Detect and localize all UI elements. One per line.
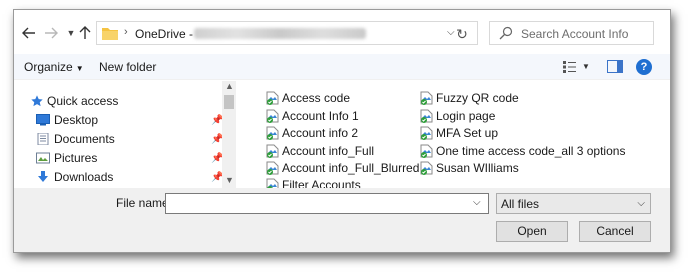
chevron-down-icon: ▼ bbox=[66, 28, 76, 38]
file-name: Susan WIlliams bbox=[436, 160, 519, 175]
help-icon[interactable]: ? bbox=[636, 59, 652, 75]
scroll-down-icon[interactable]: ▼ bbox=[225, 175, 234, 185]
new-folder-button[interactable]: New folder bbox=[99, 60, 156, 74]
nav-item-label: Downloads bbox=[54, 170, 114, 184]
view-options-caret-icon[interactable]: ▼ bbox=[582, 62, 590, 71]
nav-item-label: Desktop bbox=[54, 113, 99, 127]
file-name: MFA Set up bbox=[436, 125, 499, 140]
file-name-input[interactable] bbox=[165, 193, 489, 214]
address-row: ▼ › OneDrive - ⌵ ↻ Search Account Info bbox=[14, 10, 670, 54]
file-item[interactable]: Access code bbox=[266, 89, 350, 106]
breadcrumb-onedrive[interactable]: OneDrive - bbox=[135, 27, 193, 41]
synced-file-icon bbox=[266, 161, 279, 175]
search-box[interactable]: Search Account Info bbox=[489, 21, 654, 45]
navigation-pane: Quick access Desktop 📌 Documents 📌 Pictu… bbox=[14, 81, 236, 188]
file-type-value: All files bbox=[501, 197, 540, 211]
file-name: Account info_Full bbox=[282, 143, 375, 158]
refresh-icon: ↻ bbox=[456, 26, 468, 42]
refresh-button[interactable]: ↻ bbox=[451, 26, 473, 46]
nav-item-label: Documents bbox=[54, 132, 115, 146]
synced-file-icon bbox=[266, 109, 279, 123]
documents-icon bbox=[37, 133, 49, 145]
desktop-icon bbox=[36, 114, 50, 126]
pictures-icon bbox=[36, 152, 50, 164]
nav-item-desktop[interactable]: Desktop 📌 bbox=[14, 110, 223, 130]
cancel-button[interactable]: Cancel bbox=[579, 221, 651, 242]
file-item[interactable]: MFA Set up bbox=[420, 124, 498, 141]
synced-file-icon bbox=[420, 109, 433, 123]
file-list: Access code Account Info 1 Account info … bbox=[236, 81, 670, 192]
change-view-icon[interactable] bbox=[562, 60, 578, 74]
file-name: Fuzzy QR code bbox=[436, 90, 519, 105]
synced-file-icon bbox=[420, 91, 433, 105]
file-name-label: File name: bbox=[116, 196, 173, 210]
back-button[interactable] bbox=[20, 24, 38, 42]
file-name: Account info_Full_Blurred bbox=[282, 160, 420, 175]
nav-item-quick-access[interactable]: Quick access bbox=[14, 91, 222, 111]
downloads-icon bbox=[38, 171, 48, 182]
nav-item-pictures[interactable]: Pictures 📌 bbox=[14, 148, 223, 168]
synced-file-icon bbox=[266, 126, 279, 140]
organize-label: Organize bbox=[24, 60, 73, 74]
scrollbar-thumb[interactable] bbox=[224, 95, 234, 109]
synced-file-icon bbox=[266, 91, 279, 105]
file-name-dropdown-icon[interactable]: ⌵ bbox=[473, 197, 481, 208]
synced-file-icon bbox=[420, 161, 433, 175]
nav-item-documents[interactable]: Documents 📌 bbox=[14, 129, 223, 149]
file-item[interactable]: Account Info 1 bbox=[266, 107, 359, 124]
file-item[interactable]: Account info 2 bbox=[266, 124, 358, 141]
star-icon bbox=[31, 95, 43, 107]
file-item[interactable]: Susan WIlliams bbox=[420, 159, 519, 176]
file-item[interactable]: Fuzzy QR code bbox=[420, 89, 519, 106]
organize-button[interactable]: Organize ▼ bbox=[24, 60, 84, 74]
open-button[interactable]: Open bbox=[496, 221, 568, 242]
synced-file-icon bbox=[420, 126, 433, 140]
arrow-up-icon bbox=[79, 26, 91, 39]
file-item[interactable]: Account info_Full_Blurred bbox=[266, 159, 419, 176]
file-name: Access code bbox=[282, 90, 351, 105]
caret-down-icon: ▼ bbox=[75, 64, 84, 73]
file-name: Account Info 1 bbox=[282, 108, 359, 123]
breadcrumb-redacted bbox=[194, 28, 366, 39]
chevron-down-icon: ⌵ bbox=[637, 198, 645, 209]
file-name: Login page bbox=[436, 108, 496, 123]
file-item[interactable]: Account info_Full bbox=[266, 142, 374, 159]
forward-button[interactable] bbox=[42, 24, 60, 42]
command-bar: Organize ▼ New folder ▼ ? bbox=[14, 54, 670, 80]
search-placeholder: Search Account Info bbox=[521, 27, 629, 41]
breadcrumb-separator: › bbox=[124, 26, 128, 38]
file-open-dialog: ▼ › OneDrive - ⌵ ↻ Search Account Info O… bbox=[13, 9, 671, 253]
file-item[interactable]: Login page bbox=[420, 107, 495, 124]
scroll-up-icon[interactable]: ▲ bbox=[225, 81, 234, 91]
nav-item-label: Quick access bbox=[47, 94, 119, 108]
file-type-select[interactable]: All files ⌵ bbox=[496, 193, 651, 214]
arrow-left-icon bbox=[22, 27, 35, 39]
arrow-right-icon bbox=[45, 27, 58, 39]
dialog-footer: File name: ⌵ All files ⌵ Open Cancel bbox=[14, 188, 670, 252]
folder-icon bbox=[102, 28, 118, 40]
search-icon bbox=[499, 26, 513, 40]
file-name: Account info 2 bbox=[282, 125, 359, 140]
nav-item-downloads[interactable]: Downloads 📌 bbox=[14, 167, 223, 187]
file-name: One time access code_all 3 options bbox=[436, 143, 626, 158]
address-bar[interactable]: › OneDrive - ⌵ bbox=[96, 21, 478, 45]
preview-pane-icon[interactable] bbox=[607, 60, 623, 73]
file-item[interactable]: One time access code_all 3 options bbox=[420, 142, 625, 159]
synced-file-icon bbox=[266, 144, 279, 158]
up-button[interactable] bbox=[76, 24, 94, 42]
nav-scrollbar[interactable]: ▲ ▼ bbox=[222, 81, 236, 188]
synced-file-icon bbox=[420, 144, 433, 158]
nav-item-label: Pictures bbox=[54, 151, 98, 165]
